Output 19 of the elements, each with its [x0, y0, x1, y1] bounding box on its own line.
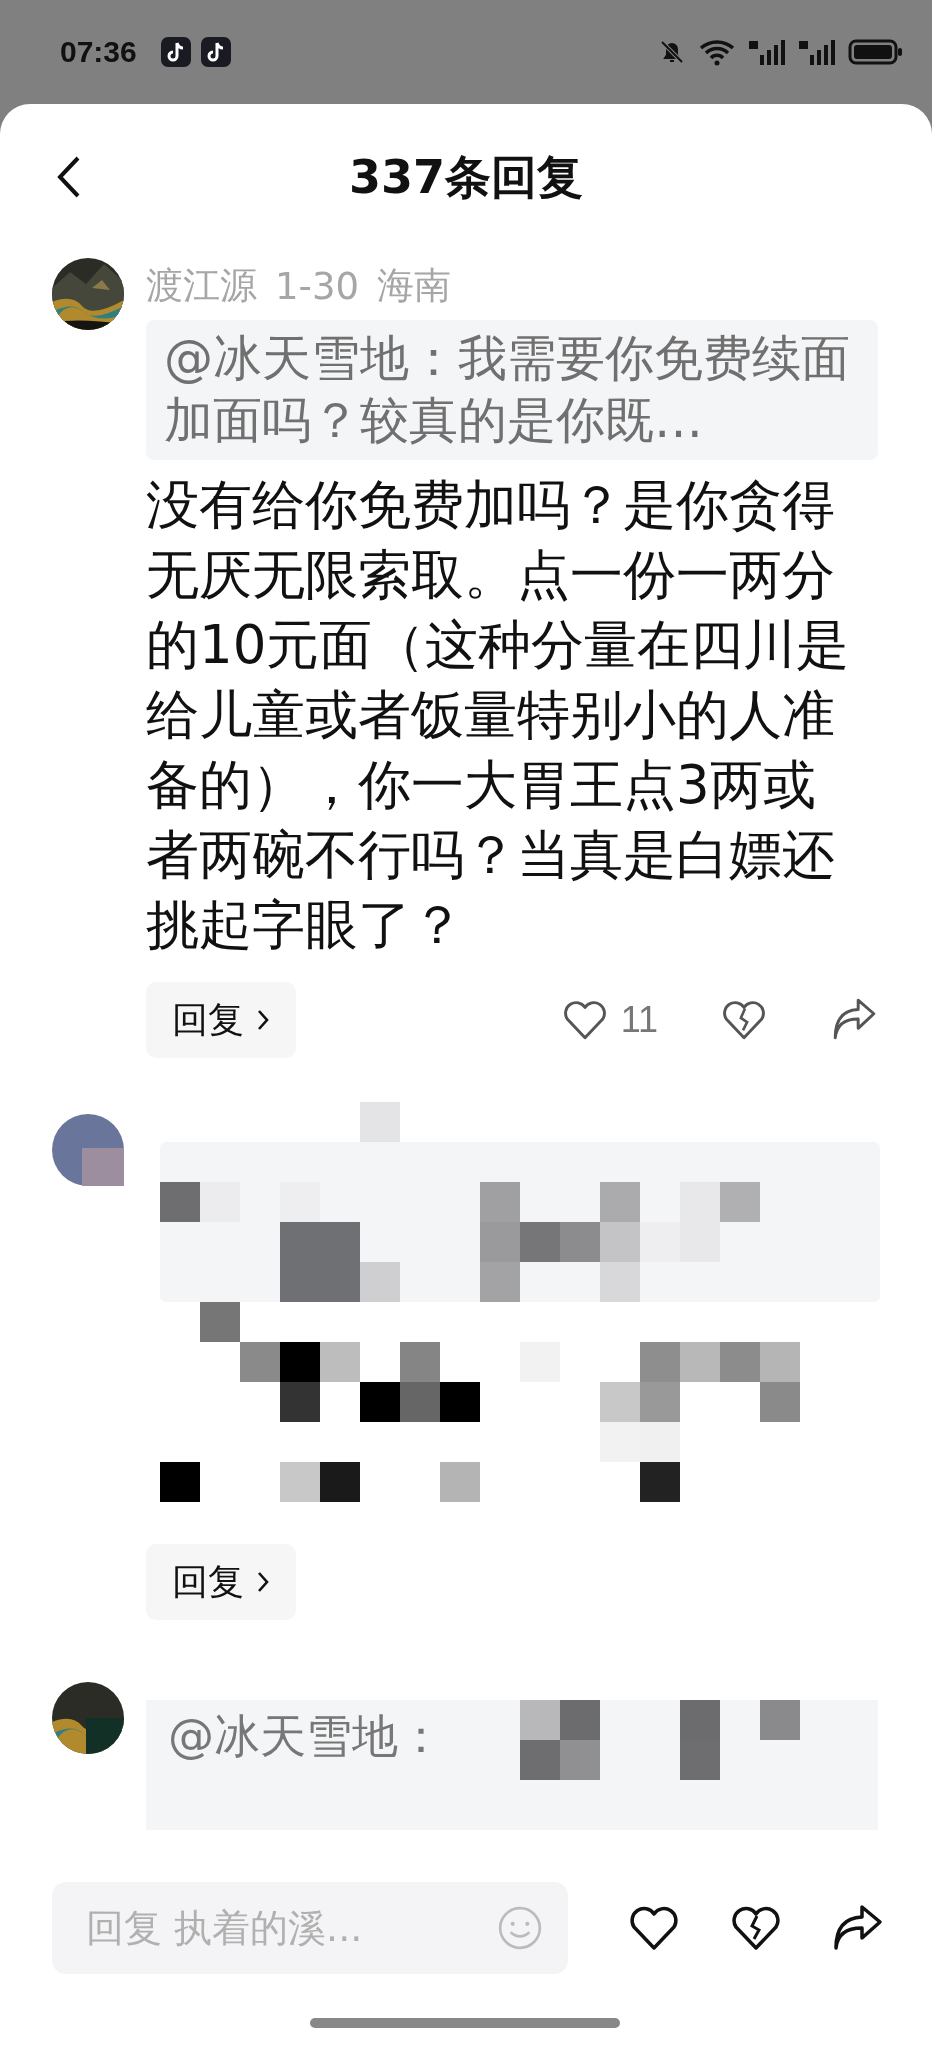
- status-time: 07:36: [60, 35, 137, 69]
- app-notification-icon: [200, 37, 231, 67]
- comment-date: 1-30: [275, 264, 359, 308]
- app-notification-icon: [160, 37, 191, 67]
- signal-icon: [798, 37, 838, 67]
- blurred-avatar-icon: [52, 1114, 124, 1186]
- battery-icon: [848, 37, 904, 67]
- quoted-reply: @冰天雪地：我需要你免费续面加面吗？较真的是你既…: [146, 320, 878, 460]
- like-count: 11: [620, 999, 658, 1041]
- reply-button[interactable]: 回复: [146, 982, 296, 1058]
- quoted-reply: @冰天雪地：: [168, 1708, 444, 1765]
- chevron-icon: [256, 1570, 270, 1594]
- chevron-icon: [256, 1008, 270, 1032]
- comment-location: 海南: [377, 263, 451, 309]
- signal-icon: [748, 37, 788, 67]
- header-title: 337条回复: [349, 149, 583, 206]
- reply-button[interactable]: 回复: [146, 1544, 296, 1620]
- comment-text: 没有给你免费加吗？是你贪得无厌无限索取。点一份一两分的10元面（这种分量在四川是给儿童或者饭量特别小的人准备的），你一大胃王点3两或者两碗不行吗？当真是白嫖还挑起字眼了？: [146, 473, 851, 957]
- comment-input-box[interactable]: 回复 执着的溪...: [52, 1882, 568, 1974]
